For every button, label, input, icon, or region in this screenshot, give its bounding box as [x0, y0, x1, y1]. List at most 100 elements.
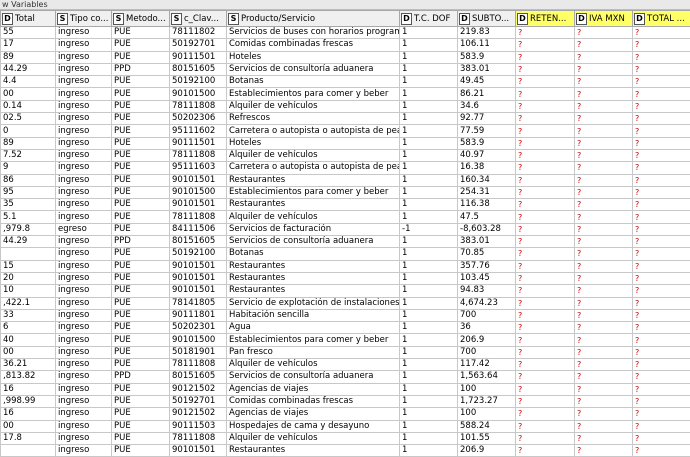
table-cell[interactable]: 84111506	[170, 223, 227, 235]
table-cell[interactable]: 49.45	[458, 76, 516, 88]
table-row[interactable]: 44.29ingresoPPD80151605Servicios de cons…	[1, 63, 690, 75]
table-cell[interactable]: PUE	[112, 432, 170, 444]
table-cell[interactable]: 80151605	[170, 236, 227, 248]
table-cell[interactable]: 78111808	[170, 211, 227, 223]
table-cell[interactable]: Hoteles	[227, 137, 400, 149]
table-cell[interactable]: ingreso	[56, 137, 112, 149]
missing-value-cell[interactable]: ?	[633, 162, 690, 174]
table-cell[interactable]: ingreso	[56, 63, 112, 75]
table-cell[interactable]: 80151605	[170, 63, 227, 75]
table-cell[interactable]: PUE	[112, 100, 170, 112]
table-cell[interactable]: 7.52	[1, 149, 56, 161]
table-row[interactable]: 33ingresoPUE90111801Habitación sencilla1…	[1, 309, 690, 321]
table-row[interactable]: 00ingresoPUE90101500Establecimientos par…	[1, 88, 690, 100]
missing-value-cell[interactable]: ?	[516, 260, 575, 272]
table-cell[interactable]: ingreso	[56, 408, 112, 420]
missing-value-cell[interactable]: ?	[575, 100, 633, 112]
column-header[interactable]: DRETEN...	[516, 11, 575, 27]
table-row[interactable]: ,998.99ingresoPUE50192701Comidas combina…	[1, 395, 690, 407]
table-cell[interactable]: PUE	[112, 309, 170, 321]
missing-value-cell[interactable]: ?	[516, 149, 575, 161]
missing-value-cell[interactable]: ?	[575, 125, 633, 137]
table-row[interactable]: ingresoPUE90101501Restaurantes1206.9???	[1, 445, 690, 457]
table-cell[interactable]: ingreso	[56, 248, 112, 260]
table-cell[interactable]: 160.34	[458, 174, 516, 186]
table-cell[interactable]: PUE	[112, 272, 170, 284]
table-cell[interactable]: 50192100	[170, 248, 227, 260]
table-cell[interactable]: 90101500	[170, 334, 227, 346]
missing-value-cell[interactable]: ?	[633, 211, 690, 223]
table-cell[interactable]: 1	[400, 149, 458, 161]
table-cell[interactable]: ingreso	[56, 334, 112, 346]
table-cell[interactable]: 383.01	[458, 236, 516, 248]
table-cell[interactable]: 36	[458, 322, 516, 334]
table-cell[interactable]: 36.21	[1, 359, 56, 371]
table-cell[interactable]: 9	[1, 162, 56, 174]
missing-value-cell[interactable]: ?	[575, 63, 633, 75]
table-cell[interactable]: Hospedajes de cama y desayuno	[227, 420, 400, 432]
table-cell[interactable]: 35	[1, 199, 56, 211]
missing-value-cell[interactable]: ?	[575, 272, 633, 284]
missing-value-cell[interactable]: ?	[633, 260, 690, 272]
table-cell[interactable]: 20	[1, 272, 56, 284]
missing-value-cell[interactable]: ?	[575, 420, 633, 432]
table-cell[interactable]: 50202301	[170, 322, 227, 334]
table-row[interactable]: 0ingresoPUE95111602Carretera o autopista…	[1, 125, 690, 137]
table-cell[interactable]: 1	[400, 51, 458, 63]
table-cell[interactable]: 254.31	[458, 186, 516, 198]
column-header[interactable]: DSUBTO...	[458, 11, 516, 27]
missing-value-cell[interactable]: ?	[516, 137, 575, 149]
table-cell[interactable]: 90121502	[170, 408, 227, 420]
table-cell[interactable]: 1	[400, 408, 458, 420]
table-cell[interactable]: 206.9	[458, 334, 516, 346]
table-row[interactable]: 16ingresoPUE90121502Agencias de viajes11…	[1, 408, 690, 420]
table-cell[interactable]: ingreso	[56, 297, 112, 309]
missing-value-cell[interactable]: ?	[575, 27, 633, 39]
table-cell[interactable]: 1	[400, 309, 458, 321]
missing-value-cell[interactable]: ?	[633, 272, 690, 284]
table-cell[interactable]: 50192701	[170, 39, 227, 51]
missing-value-cell[interactable]: ?	[575, 162, 633, 174]
missing-value-cell[interactable]: ?	[516, 113, 575, 125]
missing-value-cell[interactable]: ?	[516, 88, 575, 100]
missing-value-cell[interactable]: ?	[516, 334, 575, 346]
table-cell[interactable]: 1	[400, 137, 458, 149]
table-cell[interactable]: PUE	[112, 199, 170, 211]
table-cell[interactable]: PUE	[112, 223, 170, 235]
missing-value-cell[interactable]: ?	[575, 297, 633, 309]
table-cell[interactable]: ingreso	[56, 51, 112, 63]
missing-value-cell[interactable]: ?	[633, 248, 690, 260]
table-cell[interactable]: ingreso	[56, 211, 112, 223]
table-row[interactable]: 55ingresoPUE78111802Servicios de buses c…	[1, 27, 690, 39]
missing-value-cell[interactable]: ?	[516, 322, 575, 334]
table-row[interactable]: ,422.1ingresoPUE78141805Servicio de expl…	[1, 297, 690, 309]
missing-value-cell[interactable]: ?	[575, 260, 633, 272]
table-cell[interactable]: ingreso	[56, 309, 112, 321]
table-cell[interactable]: 78111802	[170, 27, 227, 39]
missing-value-cell[interactable]: ?	[575, 309, 633, 321]
missing-value-cell[interactable]: ?	[633, 445, 690, 457]
table-cell[interactable]: PUE	[112, 346, 170, 358]
missing-value-cell[interactable]: ?	[516, 51, 575, 63]
table-cell[interactable]: 34.6	[458, 100, 516, 112]
table-cell[interactable]: 90101501	[170, 260, 227, 272]
missing-value-cell[interactable]: ?	[575, 88, 633, 100]
table-cell[interactable]: 40	[1, 334, 56, 346]
table-row[interactable]: 89ingresoPUE90111501Hoteles1583.9???	[1, 137, 690, 149]
missing-value-cell[interactable]: ?	[575, 223, 633, 235]
table-row[interactable]: 95ingresoPUE90101500Establecimientos par…	[1, 186, 690, 198]
table-cell[interactable]: PUE	[112, 395, 170, 407]
missing-value-cell[interactable]: ?	[516, 162, 575, 174]
column-header[interactable]: STipo co...	[56, 11, 112, 27]
table-cell[interactable]: Botanas	[227, 76, 400, 88]
table-cell[interactable]: ingreso	[56, 39, 112, 51]
missing-value-cell[interactable]: ?	[575, 174, 633, 186]
table-cell[interactable]: 357.76	[458, 260, 516, 272]
table-cell[interactable]: -1	[400, 223, 458, 235]
missing-value-cell[interactable]: ?	[633, 395, 690, 407]
table-cell[interactable]: 583.9	[458, 51, 516, 63]
table-cell[interactable]: 1	[400, 359, 458, 371]
table-row[interactable]: 4.4ingresoPUE50192100Botanas149.45???	[1, 76, 690, 88]
table-cell[interactable]: Establecimientos para comer y beber	[227, 334, 400, 346]
table-cell[interactable]: 40.97	[458, 149, 516, 161]
